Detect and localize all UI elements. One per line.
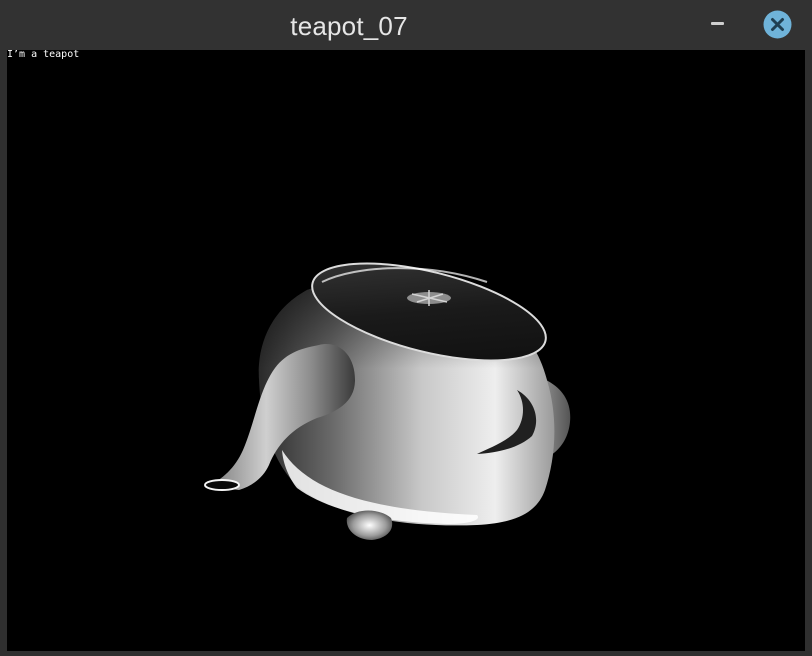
teapot-foot	[346, 510, 393, 540]
title-bar[interactable]: teapot_07	[0, 0, 812, 50]
teapot-render	[204, 262, 571, 540]
minimize-icon	[711, 22, 724, 25]
close-button[interactable]	[763, 10, 792, 39]
app-window: teapot_07 I’m a teapot	[0, 0, 812, 656]
render-viewport[interactable]: I’m a teapot	[7, 50, 805, 651]
window-title: teapot_07	[290, 11, 408, 41]
minimize-button[interactable]	[706, 14, 730, 34]
close-icon	[763, 10, 792, 39]
